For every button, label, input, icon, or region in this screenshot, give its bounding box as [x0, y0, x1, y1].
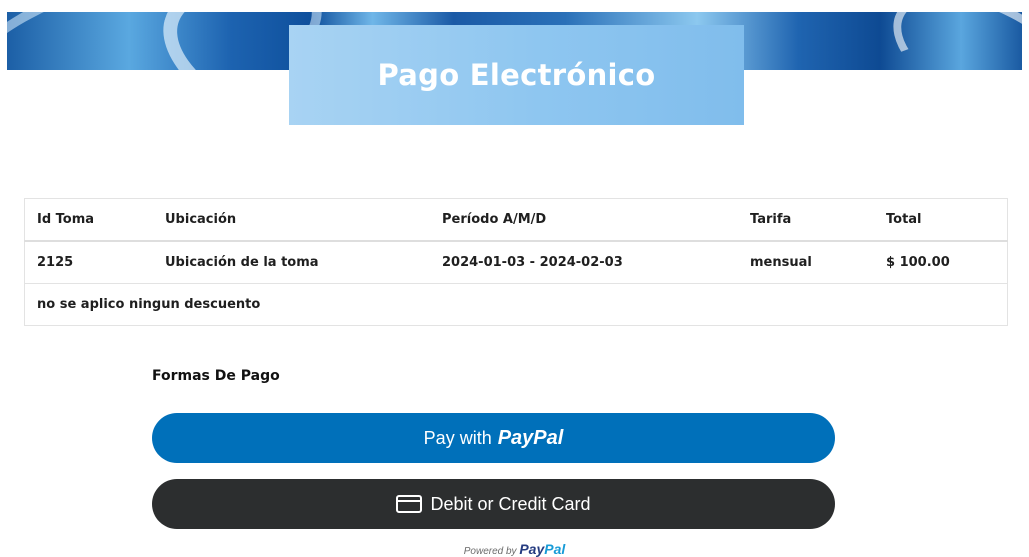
- title-box: Pago Electrónico: [289, 25, 744, 125]
- discount-note-row: no se aplico ningun descuento: [24, 283, 1008, 326]
- column-header-tarifa: Tarifa: [738, 198, 874, 242]
- paypal-button-prefix: Pay with: [423, 427, 492, 448]
- payment-table: Id Toma Ubicación Período A/M/D Tarifa T…: [24, 198, 1008, 326]
- column-header-total: Total: [874, 198, 1008, 242]
- table-row: 2125 Ubicación de la toma 2024-01-03 - 2…: [24, 240, 1008, 284]
- cell-total: $ 100.00: [874, 240, 1008, 284]
- table-header-row: Id Toma Ubicación Período A/M/D Tarifa T…: [24, 198, 1008, 242]
- cell-id-toma: 2125: [24, 240, 153, 284]
- card-button-label: Debit or Credit Card: [430, 493, 591, 514]
- cell-periodo: 2024-01-03 - 2024-02-03: [430, 240, 738, 284]
- column-header-ubicacion: Ubicación: [153, 198, 430, 242]
- payment-methods-title: Formas De Pago: [152, 368, 280, 384]
- paypal-logo-text: PayPal: [497, 426, 564, 449]
- cell-tarifa: mensual: [738, 240, 874, 284]
- debit-credit-card-button[interactable]: Debit or Credit Card: [152, 479, 835, 529]
- column-header-periodo: Período A/M/D: [430, 198, 738, 242]
- credit-card-icon: [396, 495, 423, 513]
- cell-ubicacion: Ubicación de la toma: [153, 240, 430, 284]
- paypal-button[interactable]: Pay with PayPal: [152, 413, 835, 463]
- powered-by-text: Powered by: [463, 546, 517, 557]
- page-title: Pago Electrónico: [377, 58, 656, 92]
- discount-note: no se aplico ningun descuento: [24, 283, 1008, 326]
- column-header-id-toma: Id Toma: [24, 198, 153, 242]
